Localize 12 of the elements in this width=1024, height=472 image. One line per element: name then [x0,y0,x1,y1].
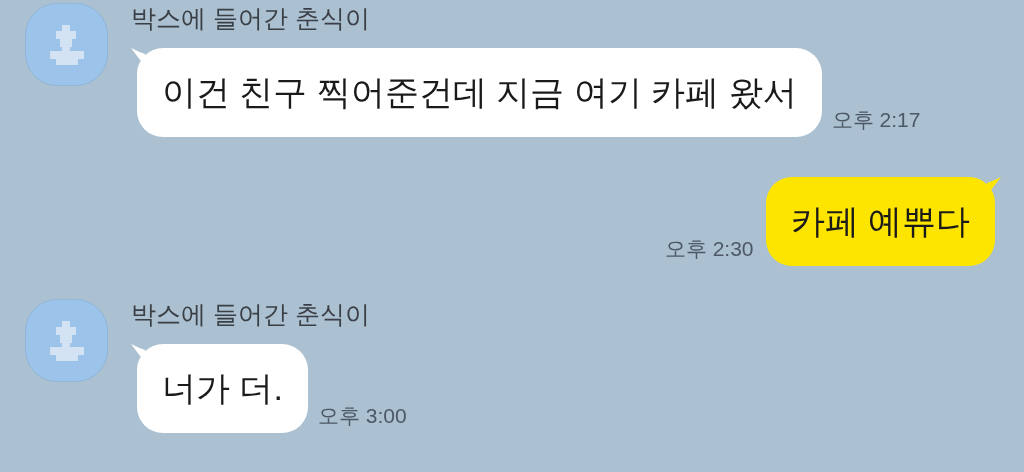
timestamp: 오후 3:00 [317,402,407,429]
avatar[interactable] [25,299,108,382]
sender-name: 박스에 들어간 춘식이 [131,299,371,329]
silhouette-icon [49,320,84,361]
message-bubble: 카페 예쀼다 [765,177,995,266]
timestamp: 오후 2:30 [664,235,754,262]
sender-name: 박스에 들어간 춘식이 [131,3,371,33]
timestamp: 오후 2:17 [831,106,921,133]
silhouette-icon [49,24,84,65]
message-bubble: 이건 친구 찍어준건데 지금 여기 카페 왔서 [137,48,822,137]
message-bubble: 너가 더. [137,344,308,433]
avatar[interactable] [25,3,108,86]
